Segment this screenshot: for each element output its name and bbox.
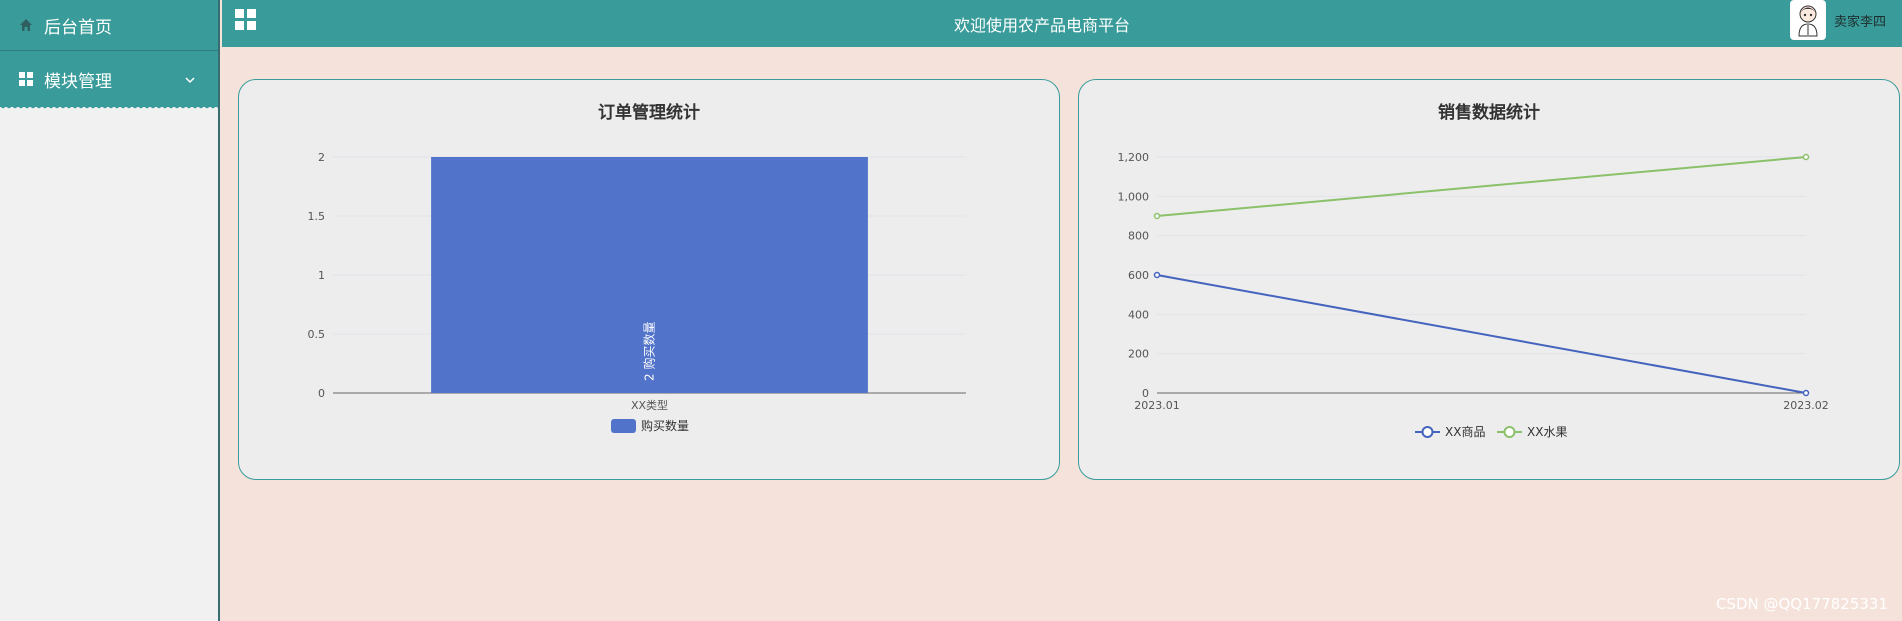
data-point — [1153, 271, 1161, 279]
sidebar-item-label: 后台首页 — [44, 17, 112, 38]
grid-icon — [18, 71, 34, 87]
y-tick-label: 1 — [318, 269, 325, 282]
chevron-down-icon — [184, 71, 196, 84]
user-menu[interactable]: 卖家李四 — [1789, 0, 1886, 40]
series-line — [1156, 274, 1807, 394]
home-icon — [18, 17, 34, 33]
series-line — [1156, 156, 1807, 217]
y-tick-label: 0 — [318, 387, 325, 400]
x-tick-label: 2023.01 — [1134, 399, 1180, 412]
legend-label: 购买数量 — [641, 418, 689, 433]
y-tick-label: 200 — [1128, 348, 1149, 361]
user-name: 卖家李四 — [1833, 14, 1886, 30]
line-chart: 02004006008001,0001,2002023.01 2023.02XX商… — [1118, 151, 1829, 439]
watermark: CSDN @QQ177825331 — [1715, 595, 1888, 613]
y-tick-label: 0.5 — [308, 328, 326, 341]
legend-label: XX商品 — [1445, 424, 1485, 439]
y-tick-label: 1,200 — [1118, 151, 1150, 164]
data-point — [1802, 389, 1810, 397]
sidebar-item-home[interactable]: 后台首页 — [0, 0, 218, 51]
data-point — [1802, 153, 1810, 161]
y-tick-label: 400 — [1128, 308, 1149, 321]
y-tick-label: 1,000 — [1118, 190, 1150, 203]
avatar — [1789, 0, 1826, 40]
x-tick-label: XX类型 — [631, 398, 668, 412]
y-tick-label: 800 — [1128, 230, 1149, 243]
x-tick-label: 2023.02 — [1783, 399, 1829, 412]
y-tick-label: 2 — [318, 151, 325, 164]
legend-marker — [1421, 426, 1434, 438]
y-tick-label: 1.5 — [308, 210, 326, 223]
top-header: 欢迎使用农产品电商平台 卖家李四 — [222, 0, 1902, 47]
welcome-title: 欢迎使用农产品电商平台 — [953, 16, 1130, 35]
order-stats-card: 订单管理统计 0 0.5 1 1.5 2 2 购买数量 XX类型 购买数量 — [238, 79, 1060, 480]
legend-label: XX水果 — [1527, 425, 1567, 439]
bar-chart: 0 0.5 1 1.5 2 2 购买数量 XX类型购买数量 — [308, 151, 966, 433]
sidebar-item-label: 模块管理 — [44, 71, 112, 92]
data-point — [1153, 212, 1161, 220]
legend-swatch — [611, 419, 636, 433]
sales-stats-card: 销售数据统计 0 200 400 600 800 1,000 1,200 2023.01 202… — [1078, 79, 1900, 480]
sidebar: 后台首页 模块管理 — [0, 0, 220, 621]
sidebar-item-modules[interactable]: 模块管理 — [0, 51, 218, 110]
legend-marker — [1503, 426, 1516, 438]
y-tick-label: 600 — [1128, 269, 1149, 282]
bar-data-label: 2 购买数量 — [642, 322, 657, 381]
